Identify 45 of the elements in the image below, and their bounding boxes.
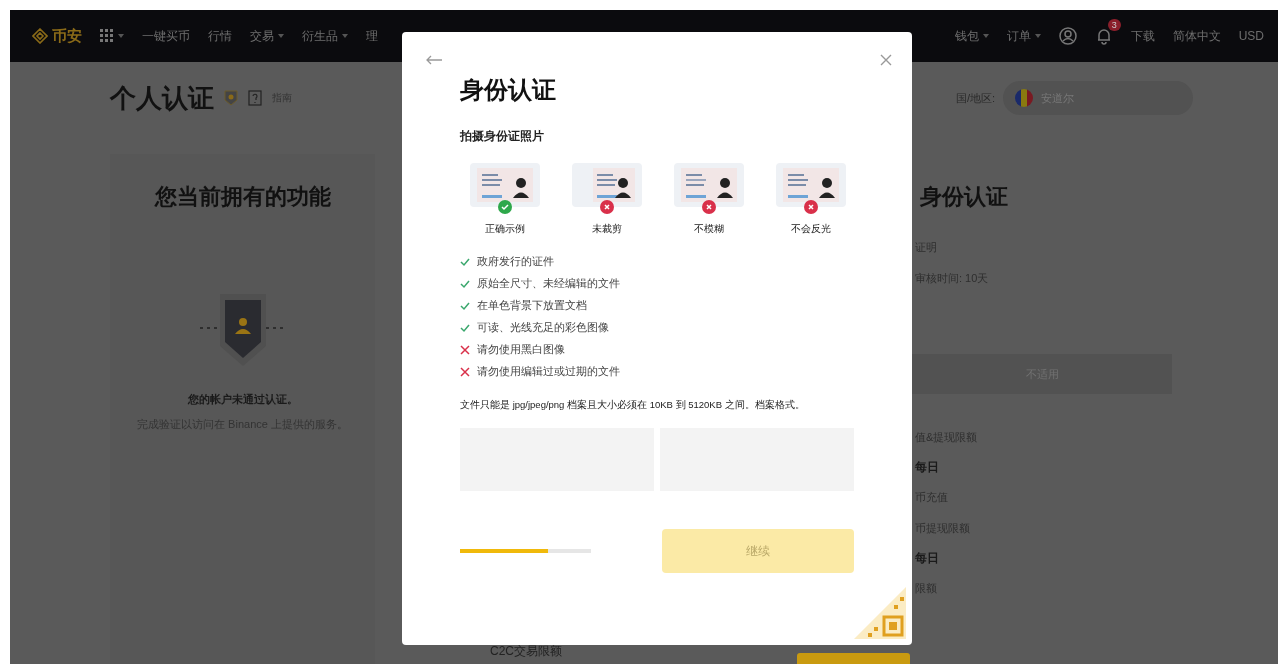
flag-icon: [1015, 89, 1033, 107]
rule-text: 政府发行的证件: [477, 254, 554, 269]
limit-value: 每日: [915, 459, 939, 476]
nav-link[interactable]: 钱包: [954, 27, 979, 45]
nav-link[interactable]: 一键买币: [142, 27, 190, 45]
close-icon: [880, 54, 892, 66]
back-button[interactable]: [424, 53, 444, 67]
nav-link[interactable]: 交易: [250, 27, 274, 45]
limit-value: 每日: [915, 550, 939, 567]
example-label: 不模糊: [694, 222, 724, 236]
back-arrow-icon: [426, 55, 442, 65]
logo-icon: [32, 28, 48, 44]
nav-link[interactable]: 下载: [1130, 27, 1155, 45]
help-icon[interactable]: [248, 90, 262, 106]
nav-link[interactable]: 订单: [1006, 27, 1031, 45]
file-note: 文件只能是 jpg/jpeg/png 档案且大小必须在 10KB 到 5120KB 之间。档案格式。: [460, 399, 806, 412]
rule-text: 在单色背景下放置文档: [477, 298, 587, 313]
page-title: 个人认证: [110, 81, 214, 115]
nav-link[interactable]: 行情: [208, 27, 232, 45]
example-label: 不会反光: [791, 222, 831, 236]
shield-icon: [224, 90, 238, 106]
brand-name[interactable]: 币安: [52, 26, 82, 46]
qr-code-icon[interactable]: [854, 587, 906, 639]
section-title: 拍摄身份证照片: [460, 128, 545, 145]
id-card-drawing: [783, 168, 839, 202]
rule-text: 请勿使用编辑过或过期的文件: [477, 364, 620, 379]
example-label: 正确示例: [485, 222, 525, 236]
id-card-drawing: [477, 168, 533, 202]
rule-text: 请勿使用黑白图像: [477, 342, 565, 357]
example-label: 未裁剪: [592, 222, 622, 236]
user-icon[interactable]: [1058, 27, 1077, 45]
rule-text: 可读、光线充足的彩色图像: [477, 320, 609, 335]
nav-link[interactable]: 理: [366, 27, 378, 45]
apps-grid-icon[interactable]: [100, 29, 114, 43]
notification-badge: 3: [1107, 19, 1121, 31]
dialog-title: 身份认证: [460, 75, 557, 105]
card-title: 身份认证: [920, 183, 1008, 211]
status-text: 您的帐户未通过认证。: [187, 392, 298, 407]
close-button[interactable]: [878, 52, 894, 68]
language-link[interactable]: 简体中文: [1172, 27, 1221, 45]
card-title: 您当前拥有的功能: [154, 183, 331, 211]
id-card-drawing: [681, 168, 737, 202]
currency-link[interactable]: USD: [1238, 29, 1264, 43]
rule-text: 原始全尺寸、未经编辑的文件: [477, 276, 620, 291]
nav-link[interactable]: 衍生品: [302, 27, 338, 45]
